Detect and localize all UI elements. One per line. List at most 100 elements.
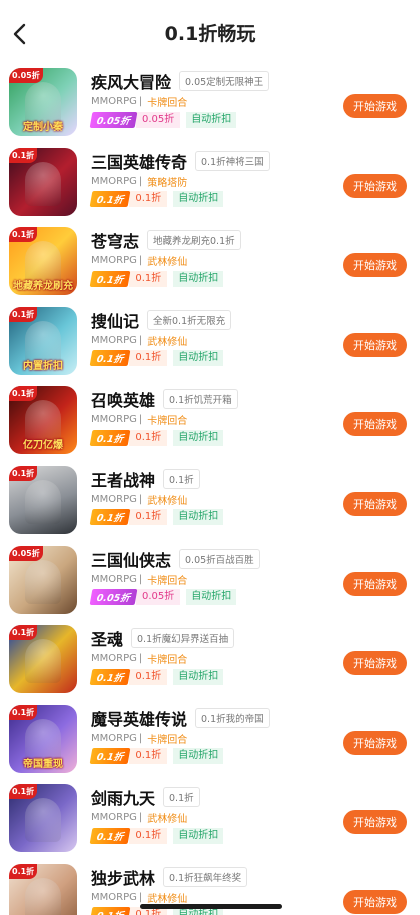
platform-label: MMORPG — [91, 812, 137, 824]
thumbnail-caption: 帝国重现 — [23, 758, 63, 770]
start-game-button[interactable]: 开始游戏 — [343, 173, 407, 198]
platform-label: MMORPG — [91, 255, 137, 267]
game-list-item[interactable]: 0.1折 三国英雄传奇 0.1折神将三国 MMORPG | 策略塔防 0.1折 0.1折 自动折… — [0, 144, 420, 224]
game-thumbnail[interactable]: 0.1折 — [9, 465, 77, 534]
genre-label: 武林修仙 — [147, 257, 188, 269]
game-name: 独步武林 — [91, 868, 156, 888]
meta-separator: | — [138, 334, 143, 346]
platform-label: MMORPG — [91, 334, 137, 346]
discount-icon-badge: 0.1折 — [89, 270, 131, 287]
game-title-line: 搜仙记 全新0.1折无限充 — [91, 308, 232, 332]
start-game-button[interactable]: 开始游戏 — [343, 491, 407, 516]
game-meta-line: MMORPG | 武林修仙 — [91, 333, 187, 348]
start-game-button[interactable]: 开始游戏 — [343, 332, 407, 357]
game-meta-line: MMORPG | 卡牌回合 — [91, 94, 187, 109]
platform-label: MMORPG — [91, 732, 137, 744]
discount-icon-badge: 0.1折 — [89, 350, 131, 367]
start-game-button[interactable]: 开始游戏 — [343, 810, 407, 835]
promo-label: 0.1折 — [163, 787, 200, 808]
thumbnail-discount-tag: 0.1折 — [9, 386, 38, 402]
platform-label: MMORPG — [91, 96, 137, 107]
discount-badges: 0.1折0.1折自动折扣 — [89, 270, 224, 287]
discount-text-badge: 0.1折 — [129, 509, 168, 526]
platform-label: MMORPG — [91, 573, 137, 585]
game-meta-line: MMORPG | 策略塔防 — [91, 174, 187, 189]
discount-icon-badge: 0.1折 — [89, 429, 131, 446]
thumbnail-caption: 内置折扣 — [23, 360, 63, 372]
back-arrow-icon[interactable] — [8, 18, 36, 50]
discount-icon-badge: 0.1折 — [89, 827, 131, 844]
game-meta-line: MMORPG | 武林修仙 — [91, 810, 187, 825]
platform-label: MMORPG — [91, 414, 137, 426]
game-list-item[interactable]: 0.1折 地藏养龙刷充 苍穹志 地藏养龙刷充0.1折 MMORPG | 武林修仙 0.1折 0.… — [0, 223, 420, 303]
game-list-item[interactable]: 0.1折 亿刀亿爆 召唤英雄 0.1折饥荒开箱 MMORPG | 卡牌回合 0.1折 0.1折自… — [0, 382, 420, 462]
discount-icon-badge: 0.1折 — [89, 191, 131, 208]
promo-label: 0.1折饥荒开箱 — [163, 389, 238, 410]
genre-label: 卡牌回合 — [147, 734, 188, 746]
promo-label: 全新0.1折无限充 — [147, 309, 232, 330]
game-list-item[interactable]: 0.1折 帝国重现 魔导英雄传说 0.1折我的帝国 MMORPG | 卡牌回合 0.1折 0.1… — [0, 701, 420, 781]
promo-label: 0.1折我的帝国 — [195, 707, 270, 728]
game-thumbnail[interactable]: 0.1折 — [9, 625, 77, 694]
game-list-item[interactable]: 0.1折 圣魂 0.1折魔幻异界送百抽 MMORPG | 卡牌回合 0.1折 0.1折 自动折扣… — [0, 621, 420, 701]
game-title-line: 独步武林 0.1折狂飙年终奖 — [91, 865, 248, 889]
game-list-item[interactable]: 0.1折 王者战神 0.1折 MMORPG | 武林修仙 0.1折 0.1折 自动折扣 开始游戏 — [0, 462, 420, 542]
discount-badges: 0.1折0.1折自动折扣 — [89, 350, 224, 367]
game-name: 搜仙记 — [91, 311, 140, 331]
discount-icon-badge: 0.1折 — [89, 748, 131, 765]
game-art-figure — [25, 639, 61, 684]
meta-separator: | — [138, 96, 143, 107]
start-game-button[interactable]: 开始游戏 — [343, 94, 407, 118]
game-list-item[interactable]: 0.05折 三国仙侠志 0.05折百战百胜 MMORPG | 卡牌回合 0.05折 0.05折… — [0, 542, 420, 622]
discount-text-badge: 0.1折 — [129, 270, 168, 287]
start-game-button[interactable]: 开始游戏 — [343, 730, 407, 755]
start-game-button[interactable]: 开始游戏 — [343, 571, 407, 596]
thumbnail-discount-tag: 0.1折 — [9, 465, 38, 481]
game-thumbnail[interactable]: 0.1折 — [9, 784, 77, 853]
start-game-button[interactable]: 开始游戏 — [343, 651, 407, 676]
game-thumbnail[interactable]: 0.1折 内置折扣 — [9, 306, 77, 375]
game-thumbnail[interactable]: 0.05折 — [9, 545, 77, 614]
thumbnail-discount-tag: 0.1折 — [9, 704, 38, 720]
discount-badges: 0.1折0.1折自动折扣 — [89, 827, 224, 844]
game-thumbnail[interactable]: 0.1折 — [9, 863, 77, 915]
genre-label: 卡牌回合 — [147, 575, 188, 587]
genre-label: 武林修仙 — [147, 336, 188, 348]
game-art-figure — [25, 798, 61, 843]
game-thumbnail[interactable]: 0.1折 亿刀亿爆 — [9, 386, 77, 455]
thumbnail-discount-tag: 0.1折 — [9, 147, 38, 163]
discount-text-badge: 0.05折 — [135, 111, 181, 128]
game-thumbnail[interactable]: 0.1折 — [9, 147, 77, 216]
thumbnail-discount-tag: 0.1折 — [9, 227, 38, 243]
game-name: 王者战神 — [91, 470, 156, 490]
meta-separator: | — [138, 812, 143, 824]
platform-label: MMORPG — [91, 175, 137, 187]
meta-separator: | — [138, 255, 143, 267]
game-meta-line: MMORPG | 武林修仙 — [91, 492, 187, 507]
genre-label: 卡牌回合 — [147, 655, 188, 667]
promo-label: 0.05定制无限神王 — [179, 71, 270, 91]
start-game-button[interactable]: 开始游戏 — [343, 889, 407, 914]
start-game-button[interactable]: 开始游戏 — [343, 253, 407, 278]
game-list-item[interactable]: 0.1折 剑雨九天 0.1折 MMORPG | 武林修仙 0.1折 0.1折 自动折扣 开始游戏 — [0, 780, 420, 860]
thumbnail-discount-tag: 0.1折 — [9, 784, 38, 800]
game-list-item[interactable]: 0.05折 定制小秦 疾风大冒险 0.05定制无限神王 MMORPG | 卡牌回合 0.05折… — [0, 64, 420, 144]
game-thumbnail[interactable]: 0.1折 地藏养龙刷充 — [9, 227, 77, 296]
game-art-figure — [25, 559, 61, 604]
game-title-line: 王者战神 0.1折 — [91, 467, 200, 491]
discount-badges: 0.05折 0.05折 自动折扣 — [89, 111, 237, 128]
start-game-button[interactable]: 开始游戏 — [343, 412, 407, 437]
game-meta-line: MMORPG | 卡牌回合 — [91, 412, 187, 427]
game-list-item[interactable]: 0.1折 内置折扣 搜仙记 全新0.1折无限充 MMORPG | 武林修仙 0.1折 0.1折自… — [0, 303, 420, 383]
game-art-figure — [25, 479, 61, 524]
genre-label: 武林修仙 — [147, 495, 188, 507]
auto-discount-tag: 自动折扣 — [173, 191, 224, 208]
game-meta-line: MMORPG | 卡牌回合 — [91, 651, 187, 666]
game-thumbnail[interactable]: 0.1折帝国重现 — [9, 704, 77, 773]
platform-label: MMORPG — [91, 891, 137, 903]
game-thumbnail[interactable]: 0.05折 定制小秦 — [9, 68, 77, 136]
discount-icon-badge: 0.1折 — [89, 907, 131, 915]
meta-separator: | — [138, 891, 143, 903]
discount-text-badge: 0.1折 — [129, 827, 168, 844]
auto-discount-tag: 自动折扣 — [173, 350, 224, 367]
